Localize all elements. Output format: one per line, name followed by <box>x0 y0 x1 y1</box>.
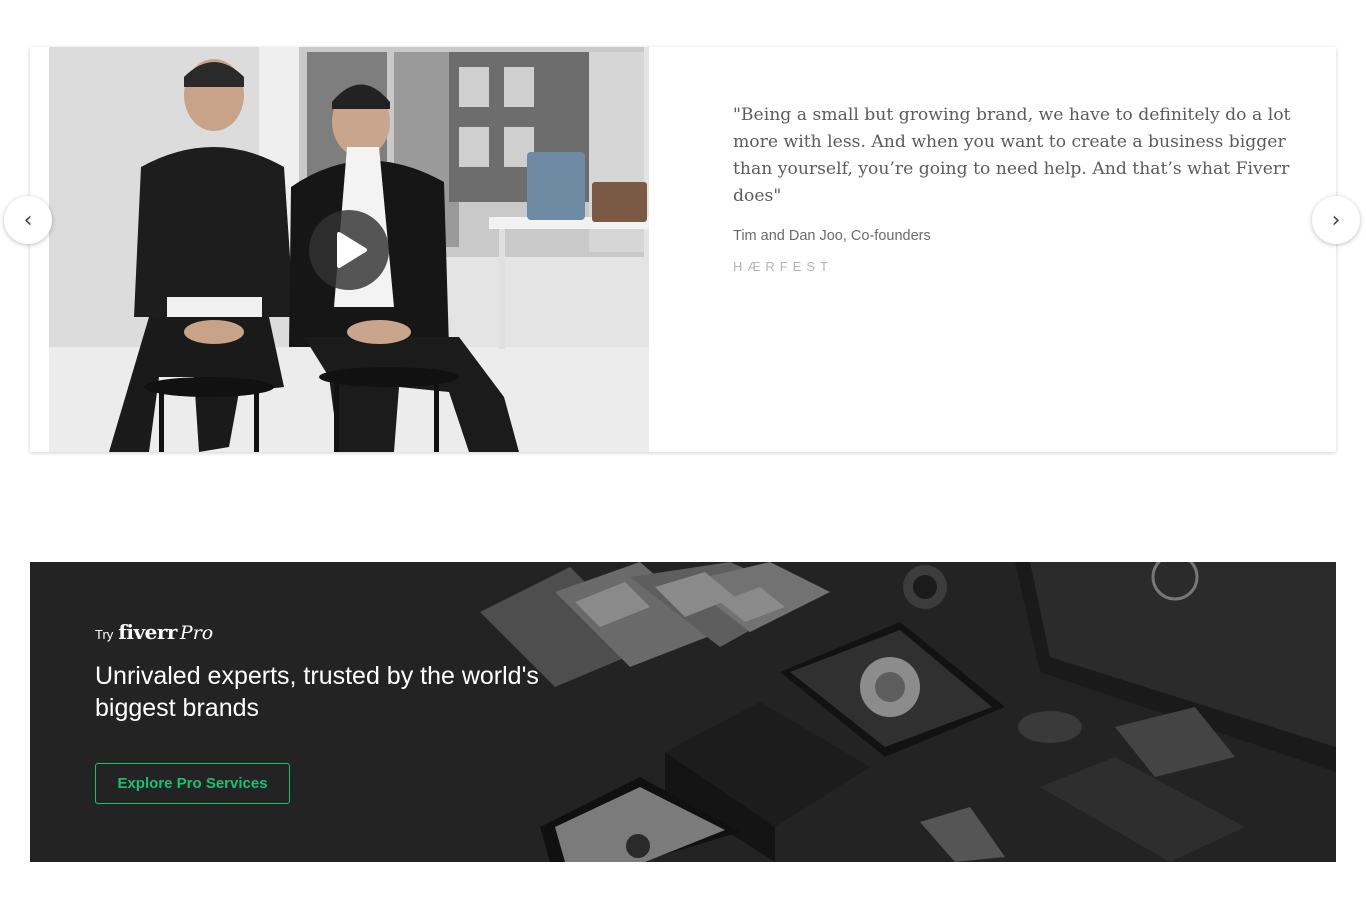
chevron-left-icon: ‹ <box>23 207 33 233</box>
pro-banner-content: Try fiverr Pro Unrivaled experts, truste… <box>95 620 565 804</box>
carousel-next-button[interactable]: › <box>1312 196 1360 244</box>
explore-pro-services-button[interactable]: Explore Pro Services <box>95 763 290 804</box>
play-icon <box>337 232 367 268</box>
testimonial-video[interactable] <box>49 47 649 452</box>
play-button[interactable] <box>309 210 389 290</box>
brand-logo: HÆRFEST <box>733 259 833 274</box>
pro-logo-pro: Pro <box>179 622 214 644</box>
testimonial-card: "Being a small but growing brand, we hav… <box>30 47 1336 452</box>
pro-headline: Unrivaled experts, trusted by the world'… <box>95 662 539 722</box>
chevron-right-icon: › <box>1331 207 1341 233</box>
testimonial-quote: "Being a small but growing brand, we hav… <box>733 105 1291 206</box>
fiverr-pro-logo: Try fiverr Pro <box>95 620 565 644</box>
testimonial-author: Tim and Dan Joo, Co-founders <box>733 228 931 244</box>
pro-try-label: Try <box>95 627 114 642</box>
pro-banner: Try fiverr Pro Unrivaled experts, truste… <box>30 562 1336 862</box>
pro-logo-word: fiverr <box>118 620 177 644</box>
testimonial-quote-area: "Being a small but growing brand, we hav… <box>733 102 1313 274</box>
carousel-prev-button[interactable]: ‹ <box>4 196 52 244</box>
